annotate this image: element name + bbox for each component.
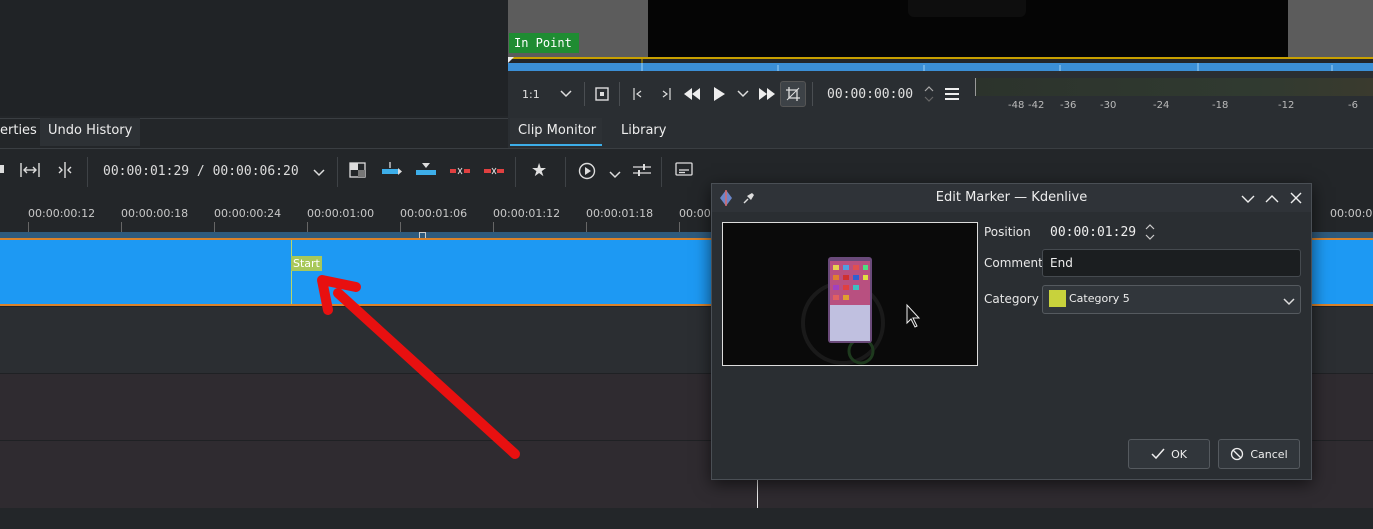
tab-clip-monitor[interactable]: Clip Monitor: [510, 118, 605, 146]
lift-icon[interactable]: [450, 162, 470, 182]
ruler-tick: [586, 222, 587, 232]
settings-sliders-icon[interactable]: [633, 162, 651, 182]
set-zone-in-icon[interactable]: [626, 81, 652, 107]
ruler-label: 00:00:00:12: [28, 207, 96, 220]
meter-tick: -12: [1278, 100, 1295, 111]
timecode-spinner-icon[interactable]: [919, 81, 939, 107]
chevron-down-icon: [560, 90, 572, 98]
ruler-label: 00:00:01:12: [493, 207, 561, 220]
chevron-down-icon[interactable]: [609, 167, 621, 183]
ok-label: OK: [1171, 447, 1187, 461]
chevron-down-icon[interactable]: [1283, 295, 1295, 309]
monitor-background-right: [1288, 0, 1373, 57]
category-label: Category: [984, 292, 1039, 306]
comment-input[interactable]: End: [1042, 249, 1301, 277]
crop-icon[interactable]: [780, 81, 806, 107]
tool-partial-icon[interactable]: [0, 162, 6, 180]
in-point-label: In Point: [509, 33, 579, 53]
meter-tick: -36: [1060, 100, 1077, 111]
separator: [584, 82, 585, 106]
meter-tick: -18: [1212, 100, 1229, 111]
marker-thumbnail: [722, 222, 978, 366]
ruler-tick: [121, 222, 122, 232]
meter-tick: -48: [1008, 100, 1025, 111]
ruler-label: 00:00:00:24: [214, 207, 282, 220]
meter-bar: [975, 78, 1373, 96]
star-icon[interactable]: ★: [531, 160, 547, 181]
insert-overwrite-icon[interactable]: [382, 162, 402, 182]
separator: [565, 157, 566, 187]
maximize-icon[interactable]: [1265, 193, 1279, 207]
timeline-footer: [0, 508, 1373, 529]
timeline-timecode[interactable]: 00:00:01:29 / 00:00:06:20: [103, 164, 299, 179]
meter-tick: -42: [1028, 100, 1045, 111]
split-icon[interactable]: [55, 162, 75, 182]
ruler-label: 00:00:00:18: [121, 207, 189, 220]
checkmark-icon: [1151, 448, 1165, 460]
separator: [812, 82, 813, 106]
ruler-tick: [400, 222, 401, 232]
dialog-title: Edit Marker — Kdenlive: [935, 190, 1088, 205]
ruler-label: 00:00:01:06: [400, 207, 468, 220]
fit-zoom-icon[interactable]: [20, 162, 40, 182]
position-label: Position: [984, 225, 1031, 239]
ruler-label: 00:00:01:18: [586, 207, 654, 220]
meter-tick: -24: [1153, 100, 1170, 111]
thumbnail-image: [723, 223, 977, 365]
separator: [515, 157, 516, 187]
cancel-icon: [1231, 447, 1244, 461]
fullscreen-toggle-icon[interactable]: [591, 81, 613, 107]
meter-tick: -30: [1100, 100, 1117, 111]
extract-icon[interactable]: [484, 162, 504, 182]
position-field[interactable]: 00:00:01:29: [1050, 225, 1136, 240]
record-icon[interactable]: [578, 162, 596, 184]
position-spinner-icon[interactable]: [1144, 222, 1156, 245]
overwrite-icon[interactable]: [416, 162, 436, 182]
zoom-select[interactable]: 1:1: [508, 81, 578, 107]
separator: [619, 82, 620, 106]
monitor-video-content: [908, 0, 1026, 17]
tab-properties[interactable]: erties: [0, 118, 45, 146]
tab-library[interactable]: Library: [602, 118, 682, 146]
forward-icon[interactable]: [754, 81, 780, 107]
ok-button[interactable]: OK: [1128, 439, 1210, 469]
marker-line: [291, 240, 292, 304]
play-options-chevron-icon[interactable]: [732, 81, 754, 107]
audio-level-meter: -48 -42 -36 -30 -24 -18 -12 -6: [975, 78, 1373, 114]
rewind-icon[interactable]: [678, 81, 706, 107]
cancel-label: Cancel: [1250, 447, 1288, 461]
meter-zero-line: [975, 78, 976, 96]
minimize-icon[interactable]: [1241, 193, 1255, 207]
ruler-tick: [493, 222, 494, 232]
chevron-down-icon[interactable]: [313, 165, 325, 181]
ruler-tick: [28, 222, 29, 232]
monitor-timecode[interactable]: 00:00:00:00: [827, 81, 913, 107]
separator: [337, 157, 338, 187]
separator: [87, 157, 88, 187]
ruler-tick: [679, 222, 680, 232]
category-value: Category 5: [1069, 292, 1130, 305]
separator: [661, 157, 662, 187]
subtitle-icon[interactable]: [675, 162, 693, 180]
tab-undo-history[interactable]: Undo History: [40, 118, 141, 146]
ruler-label: 00:00:01:00: [307, 207, 375, 220]
monitor-zone-bar[interactable]: [508, 63, 1373, 71]
comment-label: Comment: [984, 256, 1043, 270]
meter-tick: -6: [1348, 100, 1358, 111]
play-icon[interactable]: [706, 81, 732, 107]
composite-icon[interactable]: [349, 162, 367, 182]
zoom-value: 1:1: [522, 87, 540, 101]
hamburger-menu-icon[interactable]: [939, 81, 965, 107]
marker-label[interactable]: Start: [291, 256, 322, 271]
project-bin-panel: [0, 0, 508, 116]
set-zone-out-icon[interactable]: [652, 81, 678, 107]
cancel-button[interactable]: Cancel: [1218, 439, 1300, 469]
category-color-swatch: [1049, 290, 1066, 307]
ruler-tick: [214, 222, 215, 232]
ruler-tick: [307, 222, 308, 232]
ruler-label: 00:00:03: [1330, 207, 1373, 220]
timeline-playhead[interactable]: [757, 478, 758, 508]
close-icon[interactable]: [1290, 192, 1302, 207]
